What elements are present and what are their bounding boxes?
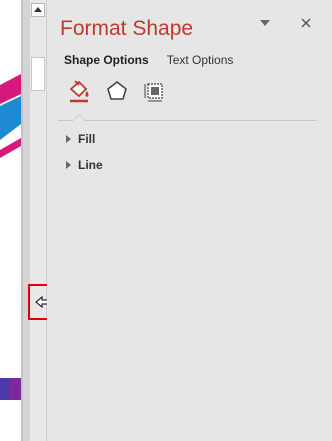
size-properties-button[interactable] xyxy=(141,78,169,112)
expand-triangle-icon xyxy=(66,161,71,169)
close-pane-button[interactable] xyxy=(296,13,316,33)
fill-line-icon xyxy=(69,80,89,103)
pane-title: Format Shape xyxy=(60,17,194,40)
pane-divider xyxy=(58,120,317,121)
slide-canvas xyxy=(0,0,30,441)
effects-button[interactable] xyxy=(103,78,131,112)
section-line-label: Line xyxy=(78,158,103,172)
pentagon-effects-icon xyxy=(107,80,127,100)
options-tabs: Shape Options Text Options xyxy=(64,53,233,67)
format-shape-pane: Format Shape Shape Options Text Options xyxy=(47,0,332,441)
category-icon-row xyxy=(65,78,169,112)
tab-shape-options[interactable]: Shape Options xyxy=(64,53,149,67)
close-icon xyxy=(301,18,311,28)
slide-preview[interactable] xyxy=(0,0,21,441)
fill-line-button[interactable] xyxy=(65,78,93,112)
slide-graphic xyxy=(0,74,21,400)
section-fill-label: Fill xyxy=(78,132,96,146)
tab-text-options[interactable]: Text Options xyxy=(167,53,234,67)
slide-shadow xyxy=(21,0,23,441)
section-fill[interactable]: Fill xyxy=(66,132,95,146)
expand-triangle-icon xyxy=(66,135,71,143)
caret-up-icon xyxy=(34,7,42,12)
scroll-up-button[interactable] xyxy=(31,3,45,17)
selected-indicator-notch-fill xyxy=(73,115,85,121)
task-pane-options-button[interactable] xyxy=(257,15,273,31)
section-line[interactable]: Line xyxy=(66,158,103,172)
size-properties-icon xyxy=(144,83,163,102)
scroll-thumb[interactable] xyxy=(31,57,45,91)
vertical-scrollbar[interactable] xyxy=(30,0,47,441)
chevron-down-icon xyxy=(260,20,270,26)
